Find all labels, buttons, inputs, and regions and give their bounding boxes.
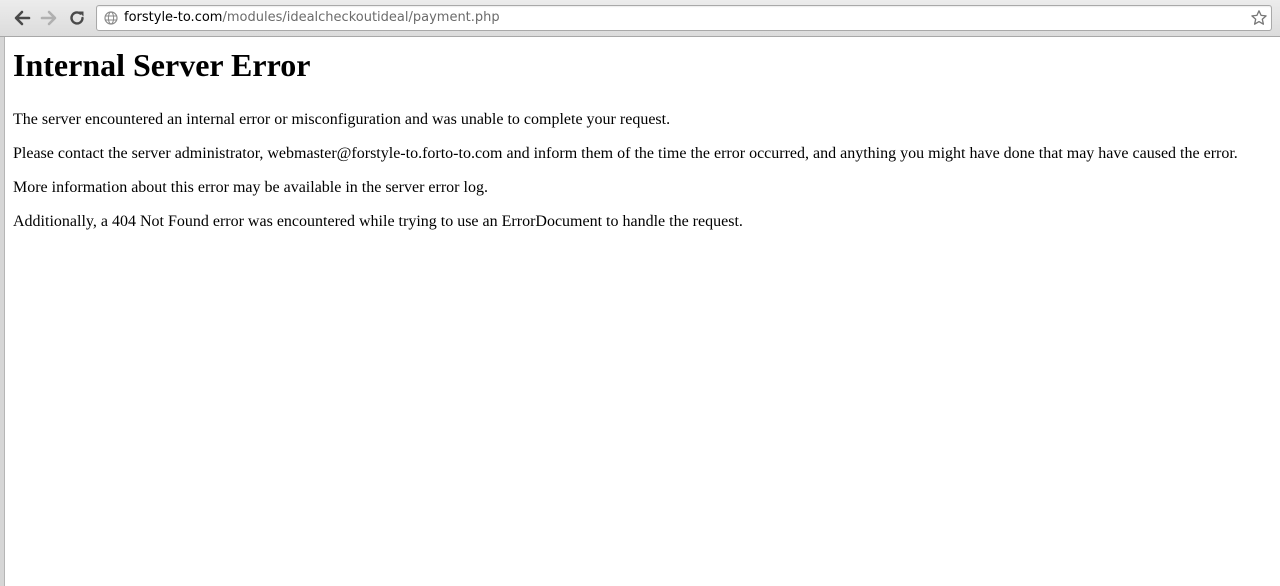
browser-toolbar: forstyle-to.com/modules/idealcheckoutide… bbox=[0, 0, 1280, 37]
globe-icon bbox=[104, 11, 118, 25]
error-message: The server encountered an internal error… bbox=[13, 111, 671, 128]
star-icon[interactable] bbox=[1250, 9, 1268, 27]
url-path: /modules/idealcheckoutideal/payment.php bbox=[222, 10, 500, 25]
back-button[interactable] bbox=[11, 7, 33, 29]
reload-icon bbox=[70, 11, 84, 25]
page-content: Internal Server Error The server encount… bbox=[13, 37, 1273, 231]
errordocument-message: Additionally, a 404 Not Found error was … bbox=[13, 213, 743, 230]
contact-message: Please contact the server administrator,… bbox=[13, 145, 1238, 162]
reload-button[interactable] bbox=[66, 7, 88, 29]
url-text: forstyle-to.com/modules/idealcheckoutide… bbox=[124, 10, 500, 26]
log-message: More information about this error may be… bbox=[13, 179, 488, 196]
address-bar[interactable]: forstyle-to.com/modules/idealcheckoutide… bbox=[96, 5, 1272, 31]
url-host: forstyle-to.com bbox=[124, 10, 223, 25]
forward-button[interactable] bbox=[38, 7, 60, 29]
window-left-edge bbox=[0, 37, 5, 586]
arrow-left-icon bbox=[14, 10, 31, 26]
arrow-right-icon bbox=[40, 10, 57, 26]
page-title: Internal Server Error bbox=[13, 47, 311, 83]
